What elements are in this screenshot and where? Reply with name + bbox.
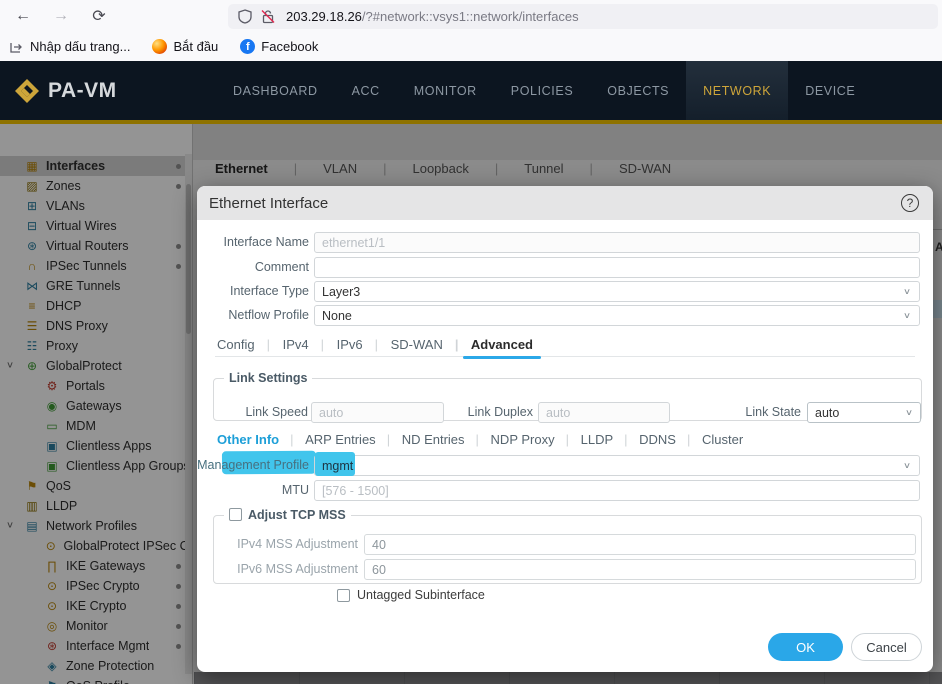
adjust-tcp-mss-group: Adjust TCP MSS IPv4 MSS Adjustment IPv6 … [213, 508, 922, 584]
subtab-arp-entries[interactable]: ARP Entries [292, 432, 389, 447]
mtu-label: MTU [197, 480, 309, 501]
subtab-nd-entries[interactable]: ND Entries [389, 432, 478, 447]
interface-name-label: Interface Name [197, 232, 309, 253]
subtab-ndp-proxy[interactable]: NDP Proxy [478, 432, 568, 447]
link-settings-group: Link Settings Link Speed Link Duplex Lin… [213, 371, 922, 421]
bookmark-label: Nhập dấu trang... [30, 39, 130, 54]
bookmark-firefox-start[interactable]: Bắt đầu [152, 39, 218, 54]
other-info-tabs: Other InfoARP EntriesND EntriesNDP Proxy… [215, 428, 756, 450]
link-state-label: Link State [723, 402, 801, 423]
ipv4-mss-input[interactable] [364, 534, 916, 555]
comment-input[interactable] [314, 257, 920, 278]
back-icon[interactable]: ← [10, 4, 36, 28]
reload-icon[interactable]: ⟳ [86, 4, 112, 28]
subtab-other-info[interactable]: Other Info [215, 432, 292, 447]
help-icon[interactable]: ? [901, 194, 919, 212]
bookmarks-bar: Nhập dấu trang... Bắt đầu f Facebook [0, 32, 942, 61]
dialog-tabs: ConfigIPv4IPv6SD-WANAdvanced [215, 332, 915, 357]
bookmark-label: Facebook [261, 39, 318, 54]
netflow-profile-value: None [322, 309, 352, 323]
netflow-profile-select[interactable]: None ∨ [314, 305, 920, 326]
subtab-lldp[interactable]: LLDP [568, 432, 627, 447]
comment-label: Comment [197, 257, 309, 278]
chevron-down-icon: ∨ [903, 287, 911, 297]
paloalto-logo-icon [14, 78, 40, 104]
nav-tab-network[interactable]: NETWORK [686, 61, 788, 120]
shield-icon[interactable] [238, 9, 252, 24]
link-duplex-input[interactable] [538, 402, 670, 423]
chevron-down-icon: ∨ [903, 461, 911, 471]
bookmark-import[interactable]: Nhập dấu trang... [10, 39, 130, 54]
interface-type-select[interactable]: Layer3 ∨ [314, 281, 920, 302]
forward-icon[interactable]: → [48, 4, 74, 28]
url-domain: 203.29.18.26 [286, 9, 362, 24]
bookmark-facebook[interactable]: f Facebook [240, 39, 318, 54]
bookmark-label: Bắt đầu [173, 39, 218, 54]
tab-ipv6[interactable]: IPv6 [323, 332, 377, 357]
link-speed-label: Link Speed [228, 402, 308, 423]
netflow-profile-label: Netflow Profile [197, 305, 309, 326]
facebook-icon: f [240, 39, 255, 54]
chevron-down-icon: ∨ [903, 311, 911, 321]
subtab-cluster[interactable]: Cluster [689, 432, 756, 447]
url-bar[interactable]: 203.29.18.26/?#network::vsys1::network/i… [228, 4, 938, 29]
tab-config[interactable]: Config [215, 332, 269, 357]
ethernet-interface-dialog: Ethernet Interface ? Interface Name Comm… [197, 186, 933, 672]
mtu-input[interactable] [314, 480, 920, 501]
app-header: PA-VM DASHBOARDACCMONITORPOLICIESOBJECTS… [0, 61, 942, 120]
nav-tab-acc[interactable]: ACC [335, 61, 397, 120]
url-path: /?#network::vsys1::network/interfaces [362, 9, 579, 24]
main-nav: DASHBOARDACCMONITORPOLICIESOBJECTSNETWOR… [216, 61, 872, 120]
interface-name-input[interactable] [314, 232, 920, 253]
tab-advanced[interactable]: Advanced [457, 332, 547, 357]
ipv6-mss-label: IPv6 MSS Adjustment [234, 559, 358, 580]
interface-type-value: Layer3 [322, 285, 360, 299]
browser-toolbar: ← → ⟳ 203.29.18.26/?#network::vsys1::net… [0, 0, 942, 32]
cancel-button[interactable]: Cancel [851, 633, 922, 661]
tab-sd-wan[interactable]: SD-WAN [377, 332, 457, 357]
adjust-tcp-mss-legend: Adjust TCP MSS [248, 508, 346, 522]
interface-type-label: Interface Type [197, 281, 309, 302]
link-state-select[interactable]: auto ∨ [807, 402, 921, 423]
brand: PA-VM [14, 61, 117, 120]
nav-tab-device[interactable]: DEVICE [788, 61, 872, 120]
screen: ← → ⟳ 203.29.18.26/?#network::vsys1::net… [0, 0, 942, 684]
content-area: ▦Interfaces▨Zones⊞VLANs⊟Virtual Wires⊛Vi… [0, 120, 942, 684]
untagged-subinterface-label: Untagged Subinterface [357, 588, 485, 602]
management-profile-value: mgmt [322, 459, 353, 473]
ipv6-mss-input[interactable] [364, 559, 916, 580]
management-profile-label: Management Profile [197, 455, 309, 476]
subtab-ddns[interactable]: DDNS [626, 432, 689, 447]
dialog-title: Ethernet Interface [209, 195, 328, 212]
link-settings-legend: Link Settings [224, 371, 312, 385]
nav-tab-objects[interactable]: OBJECTS [590, 61, 686, 120]
untagged-subinterface-checkbox[interactable] [337, 589, 350, 602]
adjust-tcp-mss-checkbox[interactable] [229, 508, 242, 521]
ok-button[interactable]: OK [768, 633, 843, 661]
tab-ipv4[interactable]: IPv4 [269, 332, 323, 357]
nav-tab-monitor[interactable]: MONITOR [397, 61, 494, 120]
link-duplex-label: Link Duplex [453, 402, 533, 423]
management-profile-select[interactable]: mgmt ∨ [314, 455, 920, 476]
ipv4-mss-label: IPv4 MSS Adjustment [234, 534, 358, 555]
chevron-down-icon: ∨ [905, 408, 913, 418]
brand-name: PA-VM [48, 79, 117, 103]
url-text: 203.29.18.26/?#network::vsys1::network/i… [286, 9, 579, 24]
dialog-titlebar: Ethernet Interface [197, 186, 933, 220]
link-speed-input[interactable] [311, 402, 444, 423]
nav-tab-policies[interactable]: POLICIES [494, 61, 590, 120]
nav-tab-dashboard[interactable]: DASHBOARD [216, 61, 335, 120]
browser-chrome: ← → ⟳ 203.29.18.26/?#network::vsys1::net… [0, 0, 942, 61]
link-state-value: auto [815, 406, 839, 420]
import-bookmarks-icon [10, 40, 24, 54]
untagged-subinterface-row: Untagged Subinterface [337, 588, 485, 602]
firefox-icon [152, 39, 167, 54]
insecure-lock-icon[interactable] [260, 9, 276, 24]
